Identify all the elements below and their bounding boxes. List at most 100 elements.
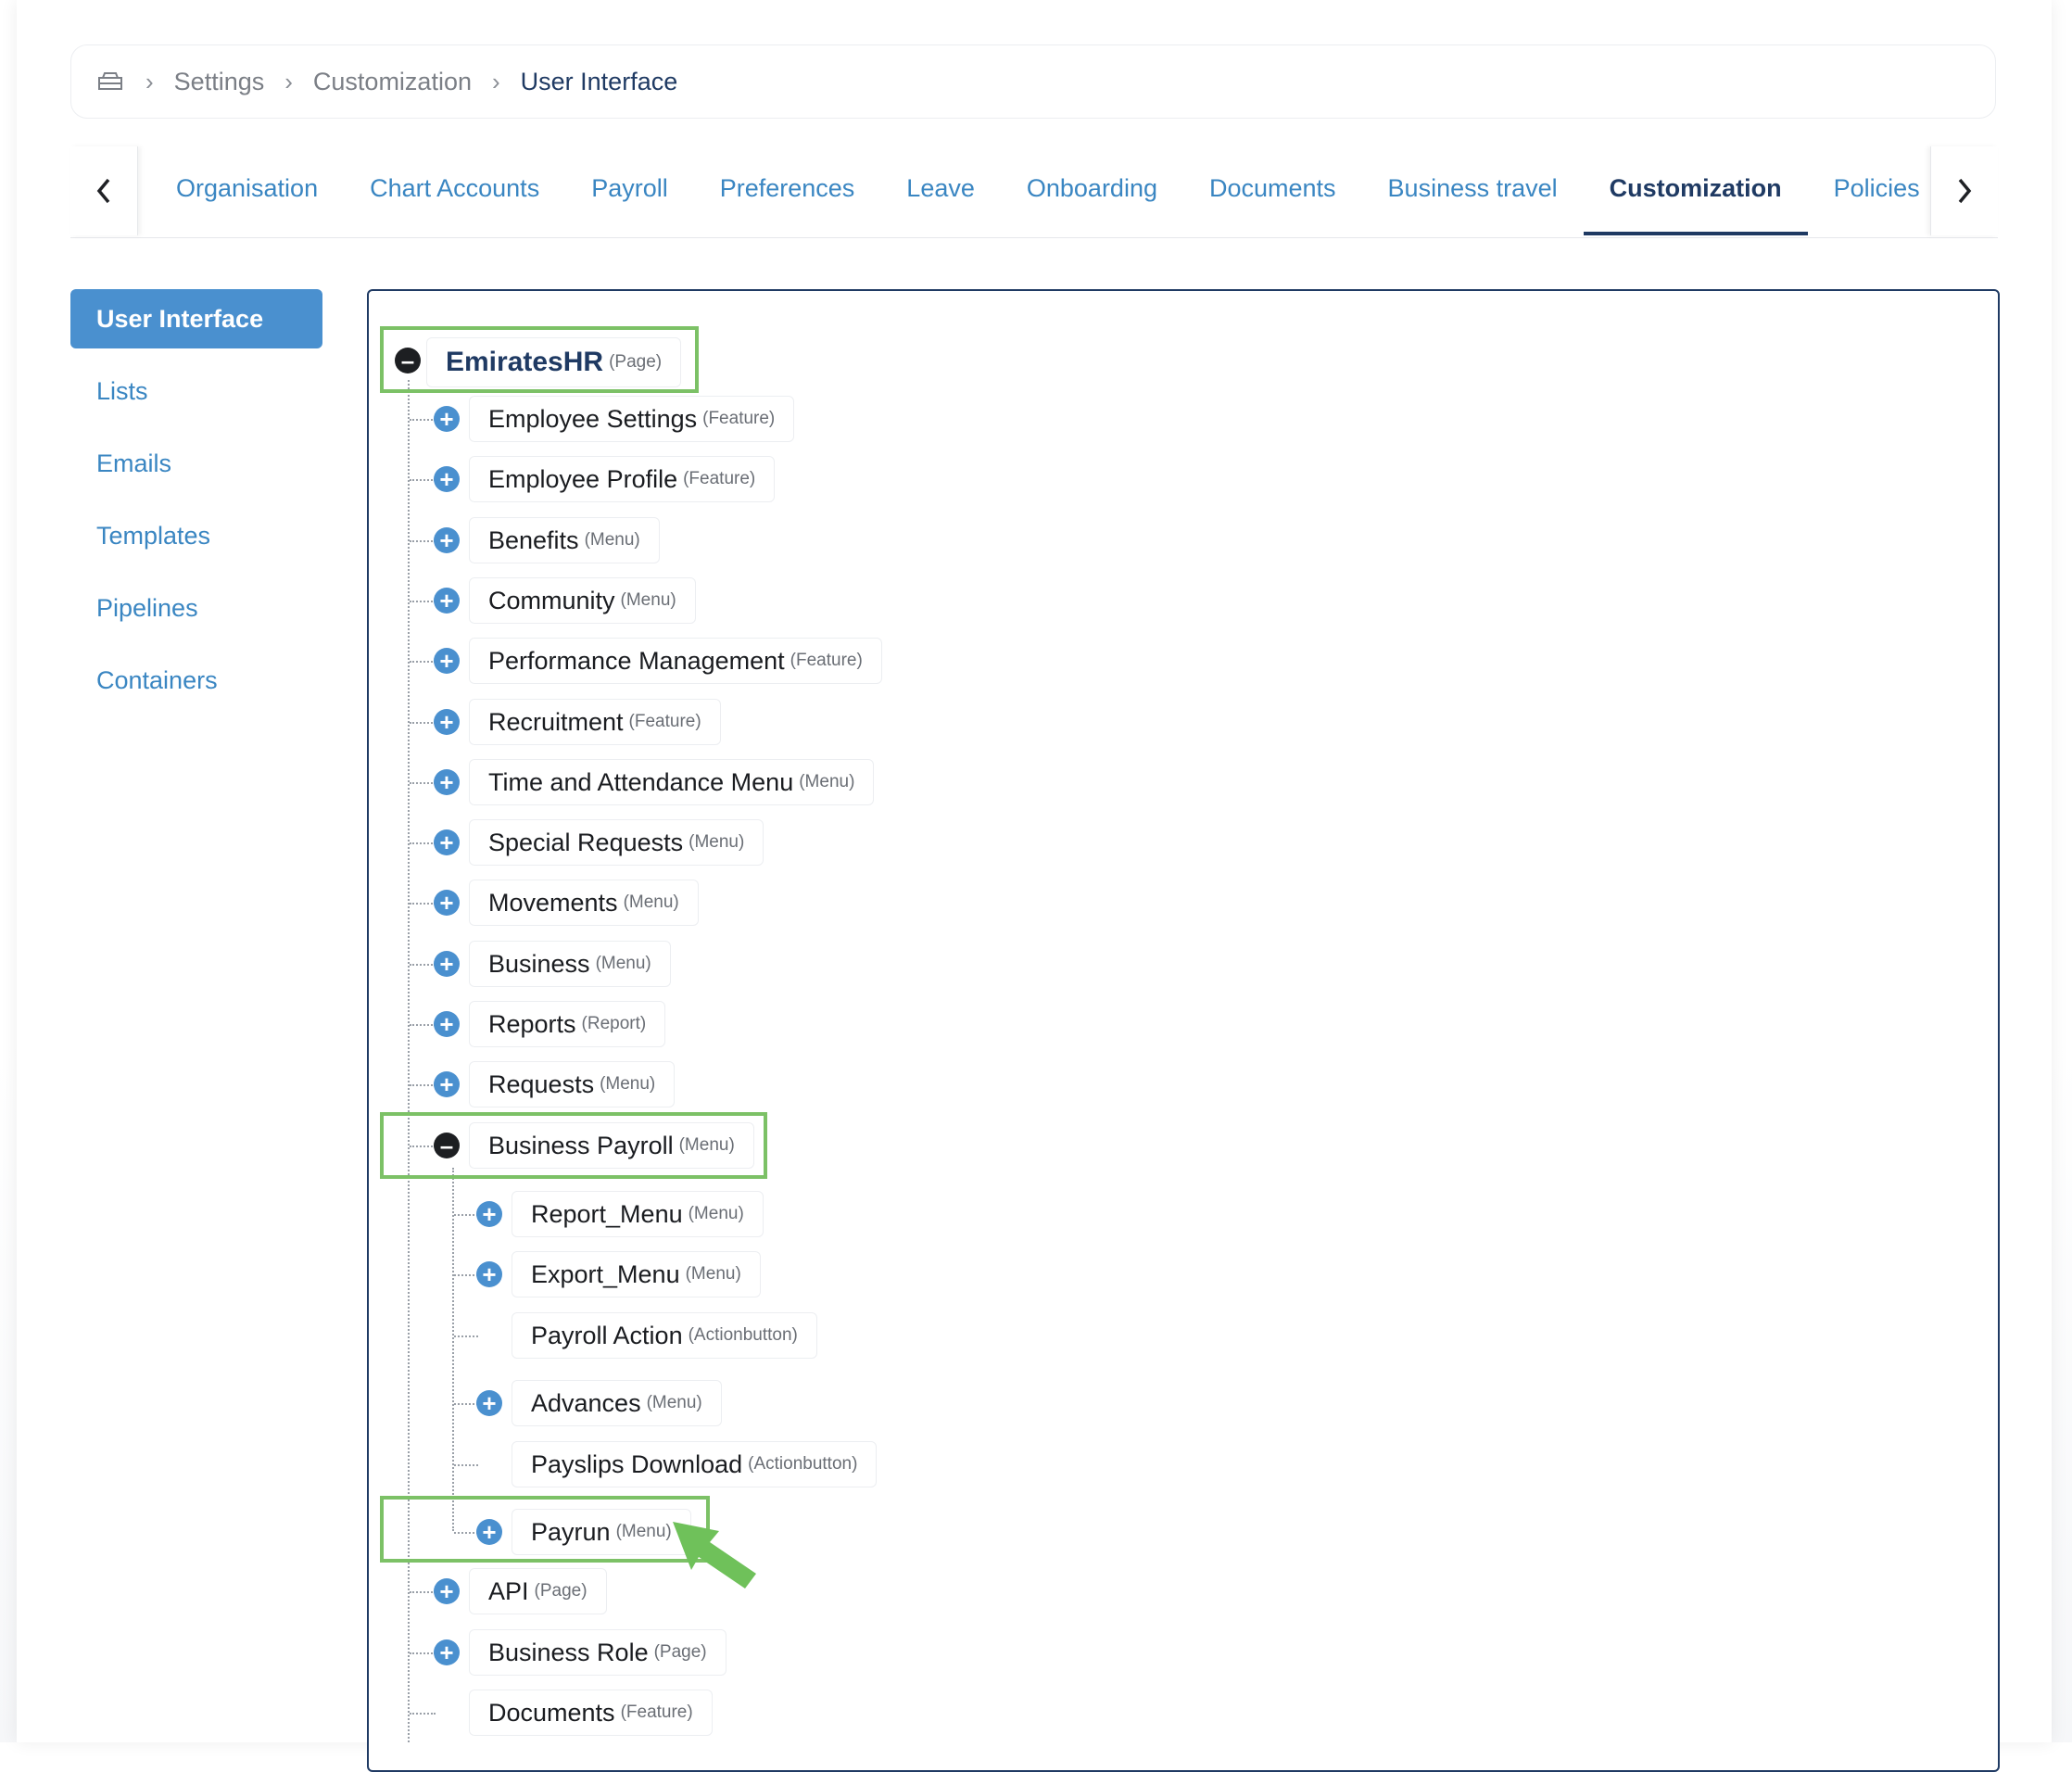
tree-node-label: Community [488,586,615,614]
tree-node-type: (Menu) [688,1204,744,1223]
tab-onboarding[interactable]: Onboarding [1001,146,1183,235]
tree-node-movements[interactable]: Movements (Menu) [469,880,699,926]
tree-connector [410,1591,436,1593]
chevron-right-icon [1958,178,1972,204]
tree-node-api[interactable]: API (Page) [469,1568,607,1614]
expand-icon[interactable]: + [434,1011,460,1037]
tab-payroll[interactable]: Payroll [565,146,694,235]
tree-node-payslips-download[interactable]: Payslips Download (Actionbutton) [512,1441,878,1487]
tree-connector [410,661,436,663]
expand-icon[interactable]: + [434,709,460,735]
tabs-scroll-right-button[interactable] [1930,146,1998,235]
tree-node-label: Benefits [488,525,579,554]
highlight-box-business-payroll [380,1112,767,1179]
tree-connector [410,540,436,542]
tree-node-label: Payslips Download [531,1449,743,1478]
tree-node-label: Documents [488,1698,615,1727]
tree-connector [410,722,436,724]
tree-node-employee-settings[interactable]: Employee Settings (Feature) [469,396,795,442]
tab-leave[interactable]: Leave [880,146,1001,235]
tree-connector [454,1403,478,1405]
tree-node-employee-profile[interactable]: Employee Profile (Feature) [469,456,776,502]
tree-node-export-menu[interactable]: Export_Menu (Menu) [512,1251,761,1297]
breadcrumb-settings[interactable]: Settings [174,68,265,96]
tree-node-performance-management[interactable]: Performance Management (Feature) [469,638,882,684]
expand-icon[interactable]: + [434,527,460,553]
expand-icon[interactable]: + [434,588,460,614]
tab-documents[interactable]: Documents [1183,146,1362,235]
tab-business-travel[interactable]: Business travel [1362,146,1584,235]
tree-node-label: Report_Menu [531,1199,683,1228]
tree-node-type: (Page) [534,1581,587,1601]
sidebar-item-lists[interactable]: Lists [70,361,322,421]
tree-connector [410,419,436,421]
highlight-box-root [380,326,699,393]
tree-node-requests[interactable]: Requests (Menu) [469,1061,676,1108]
chevron-right-icon: › [145,67,154,95]
tree-node-label: Advances [531,1388,641,1417]
tree-node-type: (Menu) [623,892,679,912]
expand-icon[interactable]: + [434,769,460,795]
expand-icon[interactable]: + [434,406,460,432]
breadcrumb-current: User Interface [520,67,678,95]
tab-organisation[interactable]: Organisation [150,146,344,235]
chevron-left-icon [96,178,110,204]
tree-node-type: (Feature) [702,409,776,428]
tree-node-label: API [488,1576,529,1605]
sidebar-item-emails[interactable]: Emails [70,434,322,493]
expand-icon[interactable]: + [434,1639,460,1665]
settings-tabs: Organisation Chart Accounts Payroll Prefere… [70,146,1998,238]
tree-connector [410,964,436,966]
expand-icon[interactable]: + [434,466,460,492]
sidebar-item-templates[interactable]: Templates [70,506,322,565]
sidebar-item-containers[interactable]: Containers [70,651,322,710]
tree-connector [454,1464,478,1466]
tree-node-advances[interactable]: Advances (Menu) [512,1380,722,1426]
tree-connector [410,842,436,844]
tree-node-reports[interactable]: Reports (Report) [469,1001,666,1047]
tree-node-type: (Menu) [646,1393,702,1412]
tabs-scroll-left-button[interactable] [70,146,138,235]
tree-node-benefits[interactable]: Benefits (Menu) [469,517,660,563]
tree-node-community[interactable]: Community (Menu) [469,577,696,624]
tree-node-type: (Actionbutton) [748,1454,858,1474]
highlight-box-payrun [380,1496,710,1563]
expand-icon[interactable]: + [476,1390,502,1416]
tree-node-report-menu[interactable]: Report_Menu (Menu) [512,1191,764,1237]
tab-customization[interactable]: Customization [1583,146,1808,235]
tab-policies[interactable]: Policies [1808,146,1929,235]
tree-node-business-role[interactable]: Business Role (Page) [469,1629,726,1676]
expand-icon[interactable]: + [434,890,460,916]
expand-icon[interactable]: + [476,1201,502,1227]
tree-node-type: (Menu) [600,1074,656,1094]
tree-node-type: (Feature) [620,1702,693,1722]
tree-node-payroll-action[interactable]: Payroll Action (Actionbutton) [512,1312,817,1359]
tree-node-label: Movements [488,888,618,917]
tree-node-label: Recruitment [488,707,624,736]
tree-connector [410,479,436,481]
sidebar-item-user-interface[interactable]: User Interface [70,289,322,348]
tree-node-type: (Report) [581,1014,647,1033]
tab-chart-accounts[interactable]: Chart Accounts [344,146,565,235]
sidebar-item-pipelines[interactable]: Pipelines [70,578,322,638]
expand-icon[interactable]: + [434,1071,460,1097]
tree-node-special-requests[interactable]: Special Requests (Menu) [469,819,764,866]
expand-icon[interactable]: + [434,1578,460,1604]
customization-sidebar: User Interface Lists Emails Templates Pi… [70,289,322,723]
home-icon[interactable] [95,69,125,95]
tab-preferences[interactable]: Preferences [694,146,881,235]
expand-icon[interactable]: + [434,951,460,977]
tree-connector [410,1713,436,1715]
breadcrumb-customization[interactable]: Customization [313,68,472,96]
expand-icon[interactable]: + [434,648,460,674]
tree-node-business[interactable]: Business (Menu) [469,941,671,987]
tree-node-documents[interactable]: Documents (Feature) [469,1690,713,1736]
expand-icon[interactable]: + [434,829,460,855]
tree-connector [410,601,436,602]
tree-node-time-and-attendance-menu[interactable]: Time and Attendance Menu (Menu) [469,759,875,805]
expand-icon[interactable]: + [476,1261,502,1287]
tree-connector [454,1335,478,1337]
tree-node-type: (Feature) [790,651,863,670]
tree-node-label: Employee Profile [488,464,678,493]
tree-node-recruitment[interactable]: Recruitment (Feature) [469,699,721,745]
